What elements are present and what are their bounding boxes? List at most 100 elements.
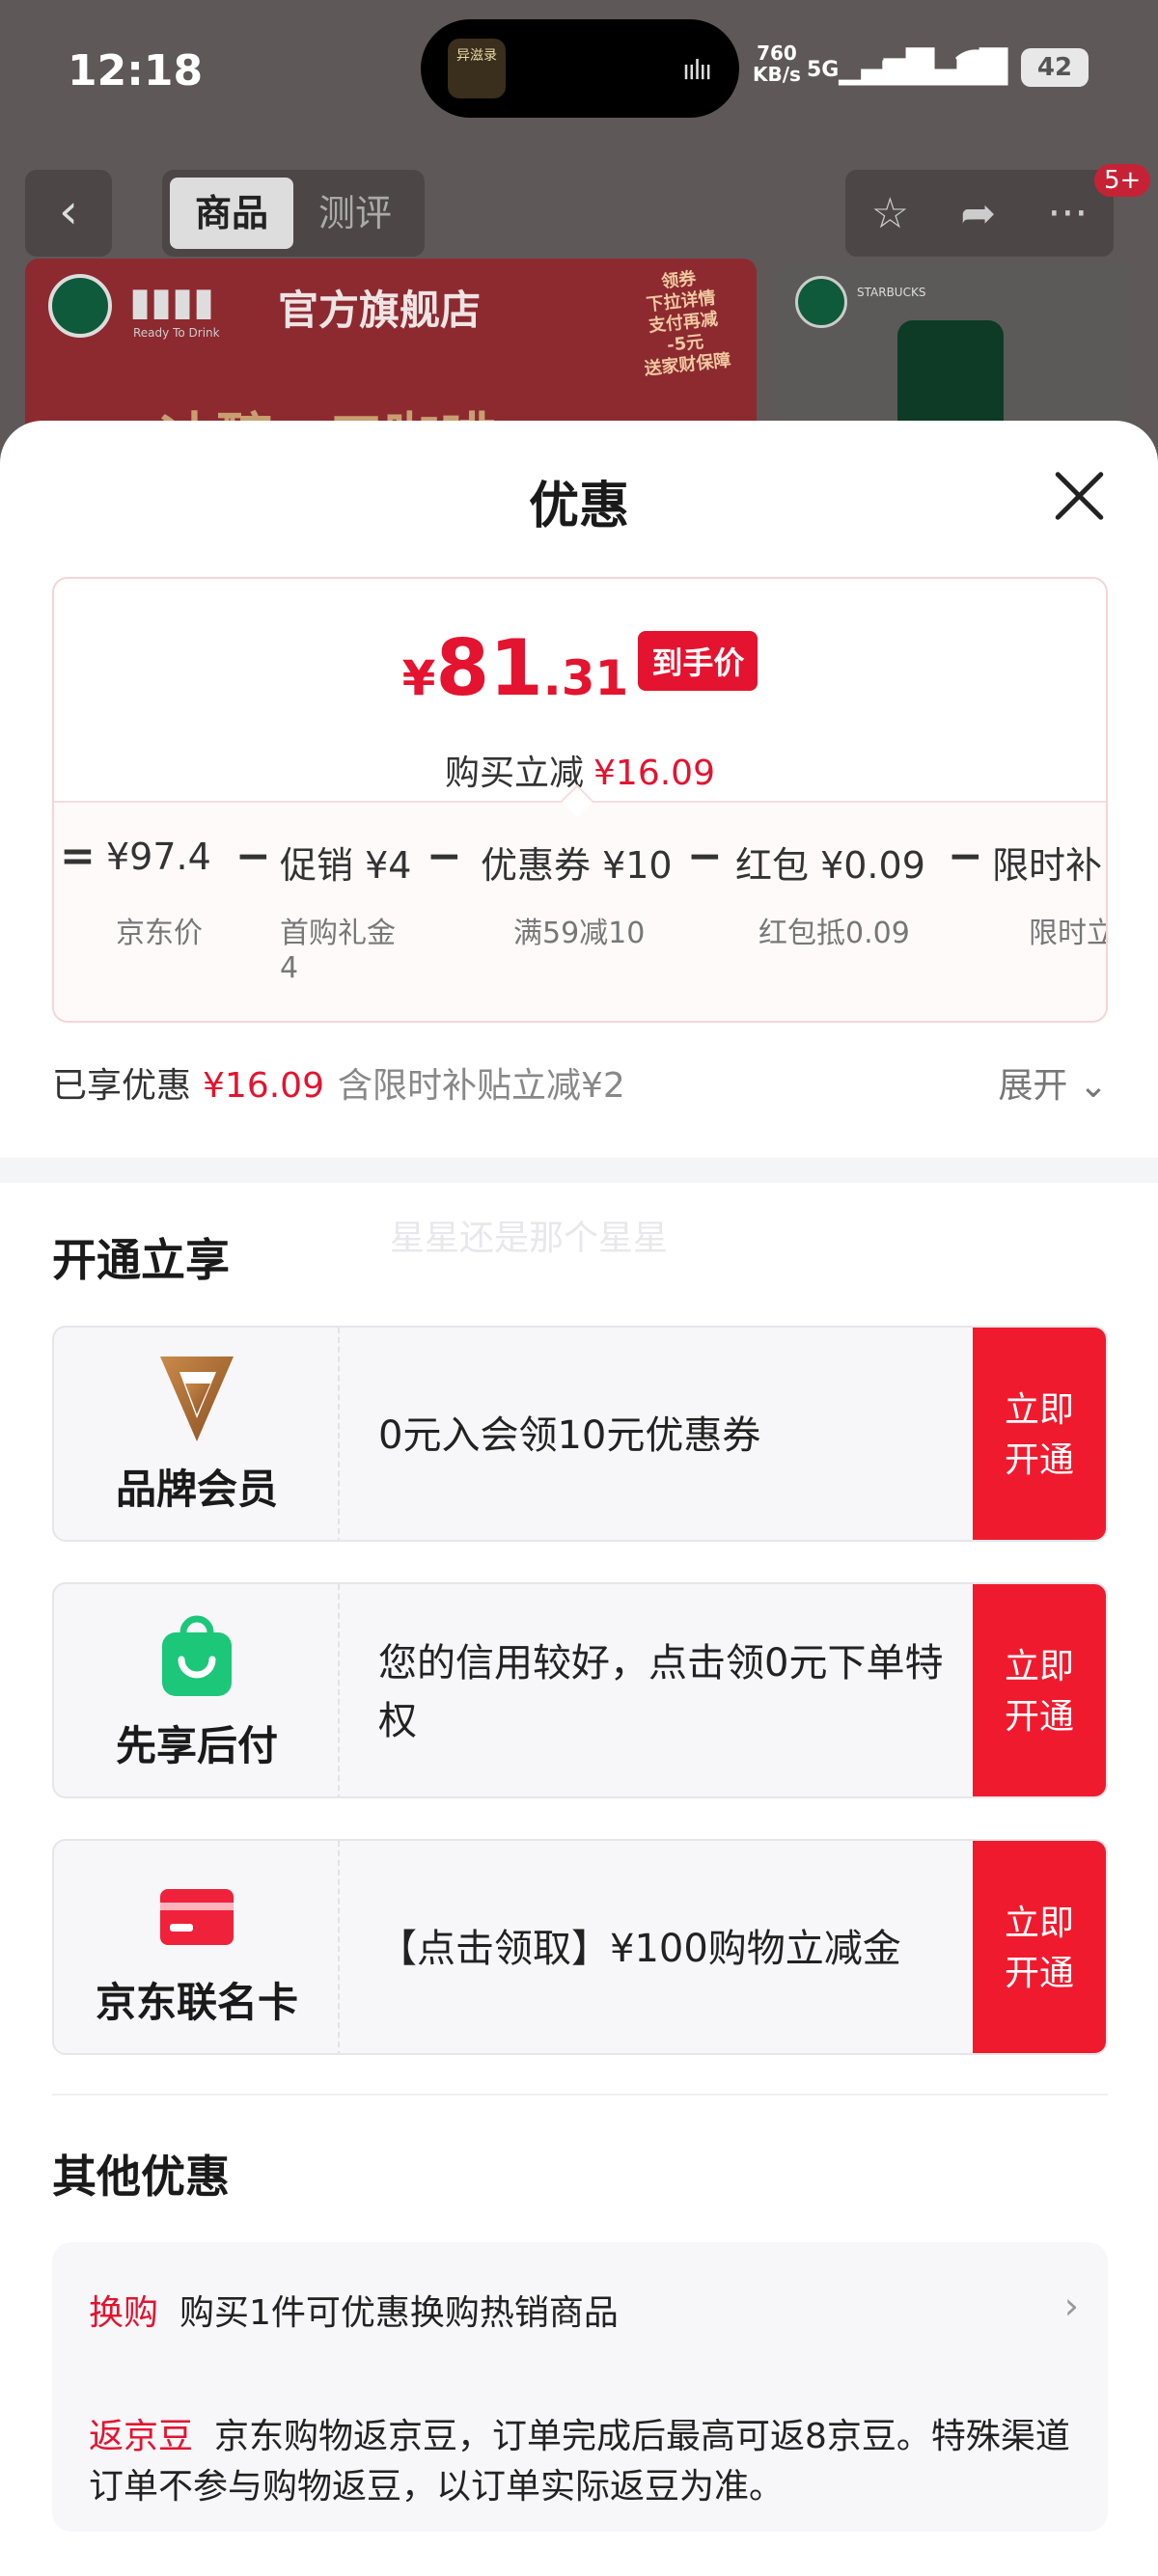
expand-button[interactable]: 展开 ⌄	[998, 1057, 1108, 1108]
enjoyed-discount-row: 已享优惠 ¥16.09 含限时补贴立减¥2 展开 ⌄	[52, 1057, 1108, 1106]
section-divider-line	[52, 2094, 1108, 2096]
product-tabs: 商品 测评	[162, 170, 425, 257]
final-price-area: ¥81.31 到手价 购买立减 ¥16.09	[54, 579, 1106, 801]
enjoyed-note: 含限时补贴立减¥2	[337, 1066, 625, 1106]
chevron-down-icon: ⌄	[1078, 1066, 1108, 1106]
more-icon[interactable]: ···	[1047, 189, 1088, 238]
open-now-button[interactable]: 立即开通	[973, 1841, 1106, 2053]
other-offers-box: 换购 购买1件可优惠换购热销商品 › 返京豆 京东购物返京豆，订单完成后最高可返8京…	[52, 2242, 1108, 2532]
exchange-purchase-row[interactable]: 换购 购买1件可优惠换购热销商品	[89, 2285, 619, 2335]
ready-to-drink-label: Ready To Drink	[133, 326, 220, 340]
offer-left: 京东联名卡	[54, 1841, 340, 2053]
enjoyed-value: ¥16.09	[203, 1066, 324, 1106]
offer-description: 0元入会领10元优惠券	[378, 1328, 957, 1540]
close-icon[interactable]	[1052, 469, 1106, 523]
open-now-button[interactable]: 立即开通	[973, 1328, 1106, 1540]
saving-value: ¥16.09	[593, 754, 715, 793]
store-title: 官方旗舰店	[278, 287, 482, 334]
product-nav: ‹ 商品 测评 ☆ ➦ ··· 5+	[0, 164, 1158, 259]
open-now-label: 立即开通	[1004, 1390, 1074, 1480]
jd-beans-row: 返京豆 京东购物返京豆，订单完成后最高可返8京豆。特殊渠道订单不参与购物返豆，以订…	[89, 2412, 1073, 2512]
starbucks-logo	[48, 274, 112, 338]
offer-card-cobrand-card[interactable]: 京东联名卡 【点击领取】¥100购物立减金 立即开通	[52, 1839, 1108, 2055]
breakdown-limited-subsidy-label: 限时立	[1029, 917, 1108, 950]
media-thumbnail: 异滋录	[448, 39, 506, 98]
offer-label: 品牌会员	[115, 1466, 278, 1513]
chevron-right-icon[interactable]: ›	[1064, 2285, 1079, 2327]
offer-label: 京东联名卡	[95, 1979, 298, 2026]
sheet-title: 优惠	[528, 478, 629, 535]
offer-description-text: 0元入会领10元优惠券	[378, 1413, 761, 1458]
breakdown-jd-price-label: 京东价	[116, 917, 203, 950]
status-bar: 12:18 异滋录 ıılıı 760 KB/s 5G▁▃▅▇ 5G▁▃▅▇ 4…	[0, 0, 1158, 145]
watermark-text: 星星还是那个星星	[390, 1219, 669, 1258]
open-now-button[interactable]: 立即开通	[973, 1584, 1106, 1796]
final-price: ¥81.31 到手价	[54, 623, 1106, 713]
breakdown-row: = ¥97.4 京东价 − 促销 ¥4 首购礼金 4 − 优惠券 ¥10 满59…	[54, 803, 1108, 1021]
breakdown-redpacket: 红包 ¥0.09	[735, 844, 925, 887]
price-symbol: ¥	[401, 650, 436, 706]
jd-beans-tag: 返京豆	[89, 2417, 194, 2456]
breakdown-limited-subsidy: 限时补	[992, 844, 1103, 887]
open-now-label: 立即开通	[1004, 1904, 1074, 1993]
breakdown-promo-label-2: 4	[280, 951, 299, 985]
saving-label: 购买立减	[445, 754, 585, 793]
shopping-bag-icon	[162, 1615, 232, 1696]
open-now-label: 立即开通	[1004, 1647, 1074, 1737]
brand-member-icon	[160, 1357, 234, 1441]
offer-description-text: 【点击领取】¥100购物立减金	[378, 1927, 901, 1971]
enjoyed-label: 已享优惠	[52, 1066, 192, 1106]
offer-left: 先享后付	[54, 1584, 340, 1796]
other-section-title: 其他优惠	[52, 2151, 230, 2203]
exchange-text: 购买1件可优惠换购热销商品	[179, 2293, 619, 2333]
dynamic-island: 异滋录 ıılıı	[421, 19, 739, 118]
offer-card-brand-member[interactable]: 品牌会员 0元入会领10元优惠券 立即开通	[52, 1326, 1108, 1542]
side-brand: STARBUCKS	[857, 286, 926, 299]
price-card: ¥81.31 到手价 购买立减 ¥16.09 = ¥97.4 京东价 − 促销 ¥4…	[52, 577, 1108, 1023]
starbucks-logo-small	[795, 276, 847, 328]
open-section-title: 开通立享	[52, 1234, 230, 1286]
offer-card-pay-later[interactable]: 先享后付 您的信用较好，点击领0元下单特权 立即开通	[52, 1582, 1108, 1798]
price-breakdown: = ¥97.4 京东价 − 促销 ¥4 首购礼金 4 − 优惠券 ¥10 满59…	[54, 801, 1108, 1021]
status-time: 12:18	[68, 46, 204, 96]
audio-wave-icon: ıılıı	[682, 54, 712, 86]
minus-sign: −	[235, 832, 271, 881]
minus-sign: −	[687, 832, 723, 881]
breakdown-promo-label: 首购礼金	[280, 917, 396, 950]
share-icon[interactable]: ➦	[960, 189, 996, 238]
network-speed: 760 KB/s	[753, 42, 801, 85]
tab-review[interactable]: 测评	[293, 178, 417, 249]
jd-beans-text: 京东购物返京豆，订单完成后最高可返8京豆。特殊渠道订单不参与购物返豆，以订单实际…	[89, 2417, 1070, 2507]
wifi-icon	[951, 44, 1000, 93]
equals-sign: =	[60, 832, 96, 881]
sim2-label: 5G	[880, 58, 913, 82]
breakdown-redpacket-label: 红包抵0.09	[758, 917, 910, 950]
net-speed-value: 760	[757, 41, 797, 65]
back-button[interactable]: ‹	[25, 170, 112, 257]
expand-label: 展开	[998, 1066, 1068, 1106]
minus-sign: −	[427, 832, 462, 881]
exchange-tag: 换购	[89, 2293, 159, 2333]
product-actions: ☆ ➦ ···	[845, 170, 1114, 257]
net-speed-unit: KB/s	[753, 63, 801, 86]
offer-description-text: 您的信用较好，点击领0元下单特权	[378, 1641, 944, 1743]
tab-goods[interactable]: 商品	[170, 178, 293, 249]
price-integer: 81	[435, 623, 543, 713]
background-product-page: 12:18 异滋录 ıılıı 760 KB/s 5G▁▃▅▇ 5G▁▃▅▇ 4…	[0, 0, 1158, 453]
minus-sign: −	[948, 832, 983, 881]
discount-sheet: 优惠 ¥81.31 到手价 购买立减 ¥16.09 = ¥97.4 京东价 − 促销…	[0, 421, 1158, 2576]
offer-label: 先享后付	[115, 1722, 278, 1769]
offer-description: 【点击领取】¥100购物立减金	[378, 1841, 957, 2053]
card-icon	[160, 1889, 234, 1945]
offer-description: 您的信用较好，点击领0元下单特权	[378, 1584, 957, 1796]
section-divider	[0, 1158, 1158, 1183]
bottles-icon: ▮▮▮▮	[129, 280, 215, 324]
breakdown-coupon: 优惠券 ¥10	[481, 844, 673, 887]
breakdown-promo: 促销 ¥4	[280, 844, 412, 887]
final-price-tag: 到手价	[638, 631, 758, 691]
star-icon[interactable]: ☆	[871, 189, 909, 238]
breakdown-jd-price: ¥97.4	[106, 836, 211, 878]
offer-left: 品牌会员	[54, 1328, 340, 1540]
price-decimal: .31	[542, 650, 629, 706]
message-badge: 5+	[1094, 164, 1151, 197]
